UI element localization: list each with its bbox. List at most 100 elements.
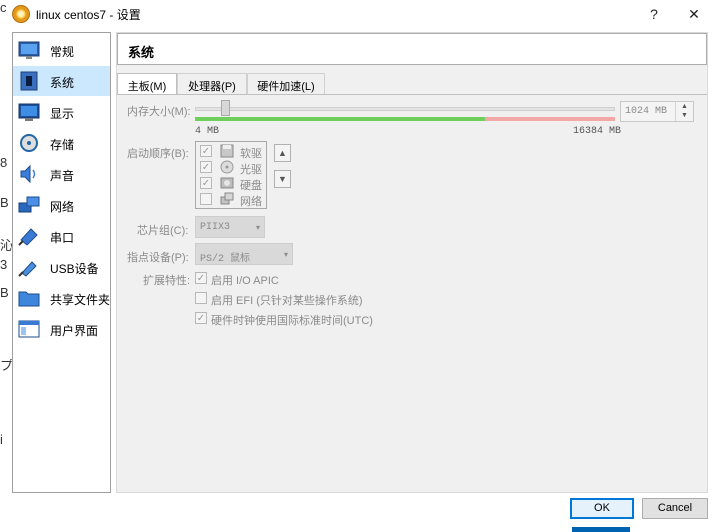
memory-max-label: 16384 MB: [573, 126, 622, 137]
boot-item-optical[interactable]: ✓ 光驱: [200, 160, 266, 176]
checkbox-checked-icon[interactable]: ✓: [195, 272, 207, 284]
move-down-button[interactable]: ▼: [274, 170, 291, 188]
chipset-select[interactable]: PIIX3 ▾: [195, 216, 265, 238]
checkbox-unchecked-icon[interactable]: [195, 292, 207, 304]
sidebar-item-shared-folders[interactable]: 共享文件夹: [13, 283, 110, 313]
sidebar-item-audio[interactable]: 声音: [13, 159, 110, 189]
background-glyph: 3: [0, 257, 8, 272]
memory-slider-thumb[interactable]: [221, 100, 230, 116]
tab-acceleration[interactable]: 硬件加速(L): [247, 73, 325, 94]
sidebar-item-label: 共享文件夹: [50, 293, 111, 307]
user-interface-icon: [18, 320, 40, 338]
general-icon: [18, 41, 40, 59]
taskbar-highlight: [572, 527, 630, 532]
sidebar-item-label: 网络: [50, 200, 75, 214]
sidebar-item-label: 存储: [50, 138, 75, 152]
sidebar-item-label: 系统: [50, 76, 75, 90]
close-button[interactable]: ✕: [676, 2, 712, 26]
serial-port-icon: [18, 228, 38, 246]
checkbox-checked-icon[interactable]: ✓: [200, 177, 212, 189]
sidebar-item-display[interactable]: 显示: [13, 97, 110, 127]
memory-warning-range: [485, 117, 615, 121]
option-io-apic[interactable]: ✓ 启用 I/O APIC: [195, 271, 495, 287]
floppy-icon: [220, 144, 234, 158]
option-efi[interactable]: 启用 EFI (只针对某些操作系统): [195, 291, 495, 307]
system-icon: [20, 71, 38, 91]
sidebar-item-user-interface[interactable]: 用户界面: [13, 314, 110, 344]
memory-slider-track[interactable]: [195, 107, 615, 111]
sidebar-item-label: 用户界面: [50, 324, 99, 338]
network-boot-icon: [220, 192, 234, 205]
extended-features-label: 扩展特性:: [143, 275, 191, 287]
boot-device-name: 硬盘: [240, 180, 262, 192]
sidebar-item-label: 显示: [50, 107, 75, 121]
sidebar-item-label: USB设备: [50, 262, 99, 276]
optical-drive-icon: [220, 160, 234, 174]
help-button[interactable]: ?: [636, 2, 672, 26]
boot-device-name: 网络: [240, 196, 262, 208]
title-bar: linux centos7 - 设置 ? ✕: [8, 0, 720, 28]
memory-size-spinbox[interactable]: 1024 MB ▲ ▼: [620, 101, 694, 122]
network-icon: [18, 196, 40, 213]
checkbox-unchecked-icon[interactable]: [200, 193, 212, 205]
option-label: 启用 I/O APIC: [211, 275, 279, 287]
move-up-button[interactable]: ▲: [274, 144, 291, 162]
option-utc-clock[interactable]: ✓ 硬件时钟使用国际标准时间(UTC): [195, 311, 495, 327]
page-title: 系统: [128, 45, 155, 60]
checkbox-checked-icon[interactable]: ✓: [195, 312, 207, 324]
window-title: linux centos7 - 设置: [36, 8, 141, 22]
tab-motherboard[interactable]: 主板(M): [117, 73, 177, 95]
checkbox-checked-icon[interactable]: ✓: [200, 161, 212, 173]
tab-processor[interactable]: 处理器(P): [177, 73, 247, 94]
settings-sidebar: 常规 系统 显示 存储 声音 网络 串口 USB设备 共享文件夹 用户界面: [12, 32, 111, 493]
sidebar-item-serial-port[interactable]: 串口: [13, 221, 110, 251]
memory-size-value: 1024 MB: [625, 106, 668, 117]
chevron-down-icon: ▾: [283, 250, 288, 259]
storage-icon: [20, 134, 38, 152]
sidebar-item-system[interactable]: 系统: [13, 66, 110, 96]
pointing-device-label: 指点设备(P):: [127, 252, 189, 264]
boot-order-label: 启动顺序(B):: [127, 148, 189, 160]
pointing-device-select[interactable]: PS/2 鼠标 ▾: [195, 243, 293, 265]
audio-icon: [20, 164, 36, 184]
chipset-label: 芯片组(C):: [137, 225, 189, 237]
background-glyph: B: [0, 285, 9, 300]
boot-device-name: 光驱: [240, 164, 262, 176]
boot-order-list: ✓ 软驱 ✓ 光驱 ✓ 硬盘 网络: [195, 141, 267, 209]
boot-device-name: 软驱: [240, 148, 262, 160]
memory-min-label: 4 MB: [195, 126, 220, 137]
spinbox-arrows[interactable]: ▲ ▼: [675, 102, 693, 121]
section-header: 系统: [117, 33, 707, 65]
memory-size-label: 内存大小(M):: [127, 106, 191, 118]
checkbox-checked-icon[interactable]: ✓: [200, 145, 212, 157]
hard-disk-icon: [220, 177, 234, 189]
option-label: 硬件时钟使用国际标准时间(UTC): [211, 315, 373, 327]
sidebar-item-network[interactable]: 网络: [13, 190, 110, 220]
sidebar-item-label: 常规: [50, 45, 75, 59]
usb-icon: [18, 261, 37, 277]
sidebar-item-label: 声音: [50, 169, 75, 183]
settings-main-panel: 系统 主板(M) 处理器(P) 硬件加速(L) 内存大小(M): 4 MB 16…: [116, 32, 708, 493]
sidebar-item-storage[interactable]: 存储: [13, 128, 110, 158]
boot-item-network[interactable]: 网络: [200, 192, 266, 208]
sidebar-item-general[interactable]: 常规: [13, 35, 110, 65]
boot-item-floppy[interactable]: ✓ 软驱: [200, 144, 266, 160]
shared-folder-icon: [18, 291, 40, 307]
memory-safe-range: [195, 117, 485, 121]
virtualbox-app-icon: [12, 5, 30, 23]
display-icon: [18, 103, 40, 121]
background-glyph: i: [0, 432, 3, 447]
background-glyph: 8: [0, 155, 8, 170]
ok-button[interactable]: OK: [570, 498, 634, 519]
sidebar-item-usb[interactable]: USB设备: [13, 252, 110, 282]
boot-item-hard-disk[interactable]: ✓ 硬盘: [200, 176, 266, 192]
option-label: 启用 EFI (只针对某些操作系统): [211, 295, 363, 307]
chevron-down-icon: ▾: [255, 223, 260, 232]
background-window-strip: c 8 B 沁 3 B プ i: [0, 0, 13, 532]
chipset-value: PIIX3: [200, 222, 231, 233]
background-glyph: B: [0, 195, 9, 210]
sidebar-item-label: 串口: [50, 231, 75, 245]
pointing-device-value: PS/2 鼠标: [200, 254, 251, 265]
cancel-button[interactable]: Cancel: [642, 498, 708, 519]
background-glyph: c: [0, 0, 7, 15]
